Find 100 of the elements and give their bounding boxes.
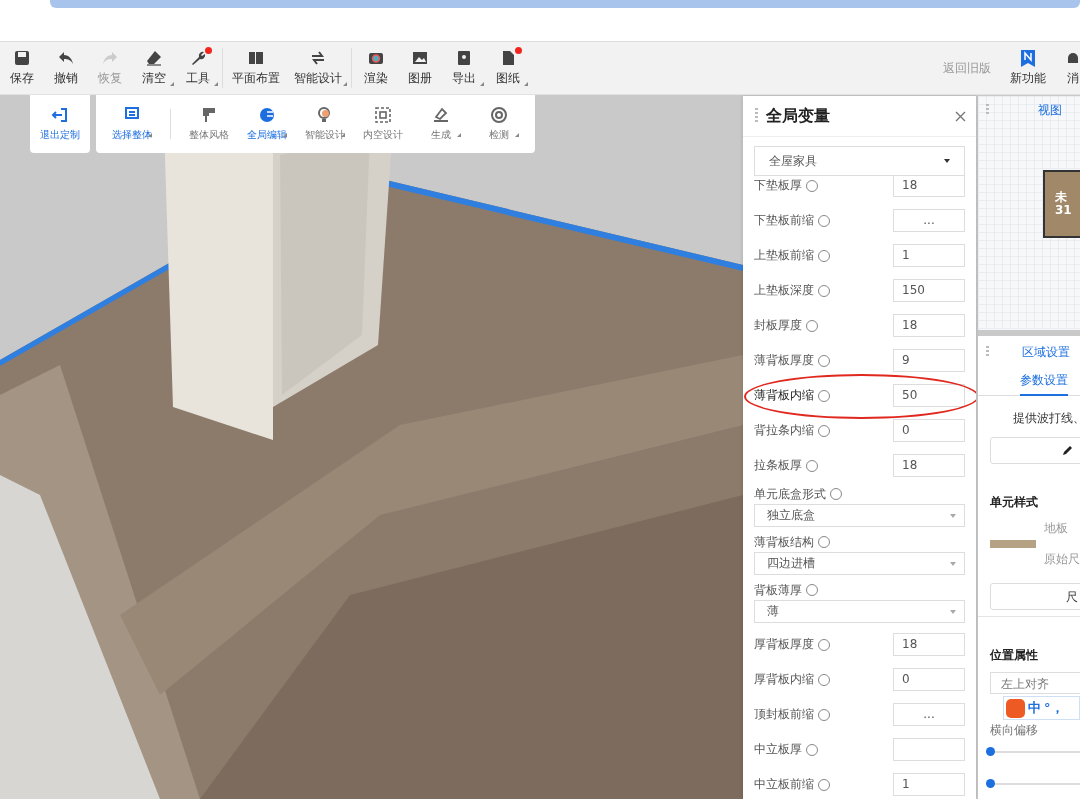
eraser-icon (145, 49, 163, 67)
caret-icon (950, 561, 956, 566)
tool-button[interactable]: 检测 (477, 106, 521, 142)
material-size: 原始尺 (1044, 551, 1080, 568)
ime-mode[interactable]: 中 (1028, 699, 1041, 717)
view-tab[interactable]: 视图 (1038, 102, 1062, 119)
toolbar-button[interactable]: 撤销 (44, 45, 88, 91)
field-label: 薄背板结构 (754, 533, 814, 551)
toolbar-button[interactable]: 图纸 (486, 45, 530, 91)
arrows-icon (309, 49, 327, 67)
frame-icon (374, 106, 392, 124)
toolbar-button[interactable]: 工具 (176, 45, 220, 91)
select-field[interactable]: 独立底盒 (754, 504, 965, 527)
number-field[interactable]: 1 (893, 244, 965, 267)
drag-handle-icon[interactable] (755, 108, 758, 124)
caret-icon (170, 82, 174, 86)
tool-button[interactable]: 全局编辑 (245, 106, 289, 142)
section-heading: 单元样式 (990, 494, 1039, 511)
hint-text: 提供波打线、 (1012, 410, 1080, 427)
number-field[interactable]: ... (893, 209, 965, 232)
pen-icon (432, 106, 450, 124)
field-label: 下垫板厚 (754, 177, 802, 194)
toolbar-button[interactable]: 智能设计 (287, 45, 349, 91)
select-field[interactable]: 薄 (754, 600, 965, 623)
field-label: 上垫板前缩 (754, 247, 814, 264)
material-name: 地板 (1044, 520, 1069, 537)
notification-dot (515, 47, 522, 54)
caret-icon (480, 82, 484, 86)
field-label: 厚背板厚度 (754, 636, 814, 653)
field-label: 薄背板厚度 (754, 352, 814, 369)
field-label: 背板薄厚 (754, 581, 802, 599)
field-label: 厚背板内缩 (754, 671, 814, 688)
pencil-icon (1061, 444, 1074, 457)
caret-icon (515, 133, 519, 137)
caret-icon (944, 159, 950, 163)
caret-icon (343, 82, 347, 86)
tool-button[interactable]: 智能设计 (303, 106, 347, 142)
slider-thumb[interactable] (986, 747, 995, 756)
number-field[interactable]: 18 (893, 174, 965, 197)
ime-punctuation[interactable]: °， (1044, 699, 1064, 717)
caret-icon (457, 133, 461, 137)
section-heading: 位置属性 (990, 647, 1039, 664)
exit-icon (51, 106, 69, 124)
caret-icon (214, 82, 218, 86)
toolbar-button[interactable]: 新功能 (1003, 45, 1053, 91)
size-button[interactable]: 尺 (990, 583, 1080, 610)
field-label: 中立板厚 (754, 741, 802, 758)
notification-dot (322, 110, 329, 117)
scope-dropdown[interactable]: 全屋家具 (754, 146, 965, 176)
floor-plan-icon (247, 49, 265, 67)
number-field[interactable]: 9 (893, 349, 965, 372)
toolbar-button[interactable]: 图册 (398, 45, 442, 91)
field-label: 单元底盒形式 (754, 485, 826, 503)
number-field[interactable]: 18 (893, 633, 965, 656)
target-icon (490, 106, 508, 124)
number-field[interactable]: 18 (893, 454, 965, 477)
slider-thumb[interactable] (986, 779, 995, 788)
close-icon[interactable] (955, 110, 966, 122)
caret-icon (283, 133, 287, 137)
caret-icon (950, 513, 956, 518)
number-field[interactable]: 0 (893, 419, 965, 442)
number-field[interactable]: ... (893, 703, 965, 726)
material-swatch[interactable] (990, 540, 1036, 548)
tool-button[interactable]: 整体风格 (187, 106, 231, 142)
number-field[interactable]: 0 (893, 668, 965, 691)
number-field[interactable]: 18 (893, 314, 965, 337)
field-label: 上垫板深度 (754, 282, 814, 299)
field-label: 下垫板前缩 (754, 212, 814, 229)
caret-icon (341, 133, 345, 137)
number-field[interactable]: 150 (893, 279, 965, 302)
number-field[interactable]: 1 (893, 773, 965, 796)
notification-dot (205, 47, 212, 54)
toolbar-button[interactable]: 平面布置 (225, 45, 287, 91)
tool-button[interactable]: 内空设计 (361, 106, 405, 142)
caret-icon (148, 133, 152, 137)
drag-handle-icon[interactable] (986, 104, 989, 116)
toolbar-button[interactable]: 消 (1059, 45, 1080, 91)
number-field[interactable]: 50 (893, 384, 965, 407)
panel-title: 全局变量 (766, 105, 831, 127)
toolbar-button[interactable]: 导出 (442, 45, 486, 91)
field-label: 顶封板前缩 (754, 706, 814, 723)
save-icon (13, 49, 31, 67)
paint-roller-icon (200, 106, 218, 124)
ime-toolbar[interactable]: 中 °， (1003, 696, 1080, 720)
tab[interactable]: 参数设置 (1020, 368, 1068, 396)
image-icon (411, 49, 429, 67)
number-field[interactable] (893, 738, 965, 761)
drag-handle-icon[interactable] (986, 346, 989, 358)
toolbar-button[interactable]: 清空 (132, 45, 176, 91)
caret-icon (950, 609, 956, 614)
align-dropdown[interactable]: 左上对齐 (990, 672, 1080, 694)
field-label: 中立板前缩 (754, 776, 814, 793)
tool-button[interactable]: 生成 (419, 106, 463, 142)
select-field[interactable]: 四边进槽 (754, 552, 965, 575)
field-label: 拉条板厚 (754, 457, 802, 474)
field-label: 封板厚度 (754, 317, 802, 334)
toolbar-button[interactable]: 渲染 (354, 45, 398, 91)
toolbar-button[interactable]: 保存 (0, 45, 44, 91)
new-badge-icon (1021, 49, 1035, 67)
globe-icon (258, 106, 276, 124)
